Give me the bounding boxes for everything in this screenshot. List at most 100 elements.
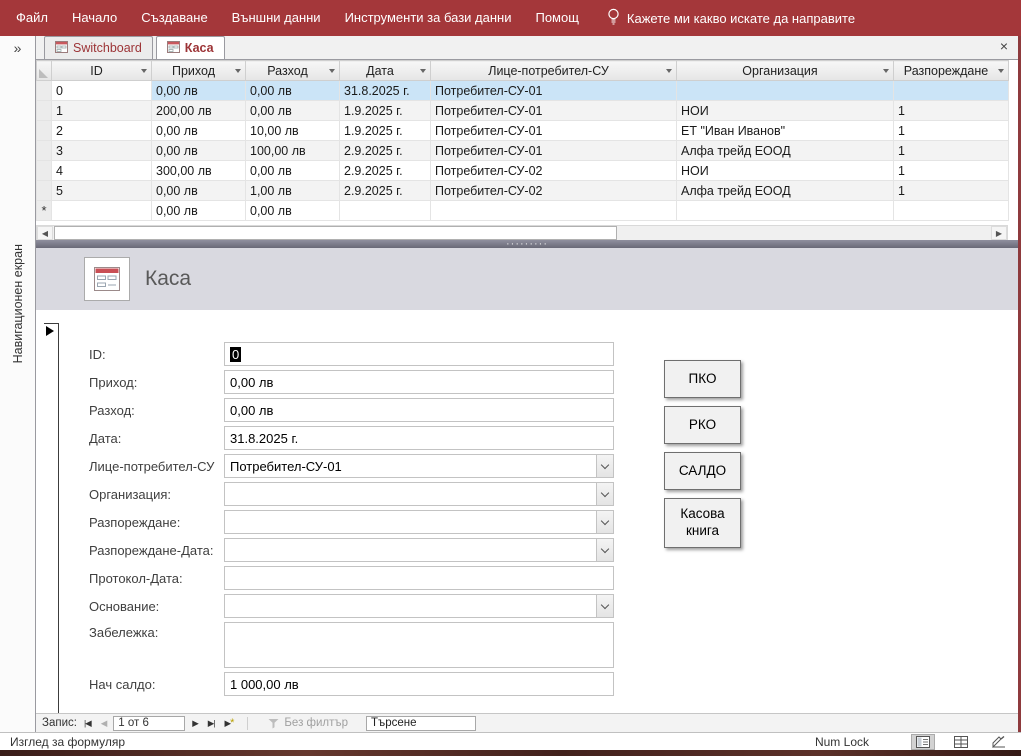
nach-saldo-field[interactable]: 1 000,00 лв [224,672,614,696]
record-selector-strip[interactable] [44,323,59,713]
new-record-icon[interactable]: ▶* [222,717,238,729]
table-cell[interactable]: 0,00 лв [152,141,246,161]
table-cell[interactable]: 0,00 лв [246,161,340,181]
column-dropdown-icon[interactable] [883,69,889,76]
table-cell[interactable]: 2.9.2025 г. [340,161,431,181]
table-cell[interactable]: 10,00 лв [246,121,340,141]
table-cell[interactable] [677,81,894,101]
tell-me-box[interactable]: Кажете ми какво искате да направите [607,8,855,28]
table-cell[interactable] [431,201,677,221]
table-cell[interactable]: 0,00 лв [152,181,246,201]
record-selector[interactable] [37,101,52,121]
table-cell[interactable]: 1 [894,121,1009,141]
organizatsia-combo[interactable] [224,482,614,506]
close-icon[interactable]: × [1000,39,1008,53]
litse-combo[interactable]: Потребител-СУ-01 [224,454,614,478]
table-cell[interactable]: 0,00 лв [152,121,246,141]
ribbon-tab-file[interactable]: Файл [4,0,60,36]
column-header-litse[interactable]: Лице-потребител-СУ [431,61,677,81]
table-cell[interactable] [894,81,1009,101]
table-cell[interactable]: НОИ [677,101,894,121]
prihod-field[interactable]: 0,00 лв [224,370,614,394]
record-selector[interactable] [37,81,52,101]
column-header-data[interactable]: Дата [340,61,431,81]
table-cell[interactable]: 1 [894,101,1009,121]
table-cell[interactable]: 0 [52,81,152,101]
table-cell[interactable]: 0,00 лв [246,81,340,101]
table-cell[interactable] [340,201,431,221]
table-cell[interactable] [677,201,894,221]
new-record-selector[interactable]: * [37,201,52,221]
column-dropdown-icon[interactable] [141,69,147,76]
table-cell[interactable]: 4 [52,161,152,181]
table-cell[interactable]: 1 [894,161,1009,181]
zabelezhka-field[interactable] [224,622,614,668]
table-cell[interactable]: Потребител-СУ-01 [431,141,677,161]
table-cell[interactable]: Потребител-СУ-02 [431,161,677,181]
table-cell[interactable]: 300,00 лв [152,161,246,181]
osnovanie-combo[interactable] [224,594,614,618]
ribbon-tab-external-data[interactable]: Външни данни [220,0,333,36]
combo-dropdown-button[interactable] [596,455,613,477]
tab-kasa[interactable]: Каса [156,36,225,59]
next-record-icon[interactable]: ▶ [189,718,201,729]
table-cell[interactable]: 1 [52,101,152,121]
kasova-kniga-button[interactable]: Касова книга [664,498,741,548]
combo-dropdown-button[interactable] [596,511,613,533]
search-input[interactable]: Търсене [366,716,476,731]
combo-dropdown-button[interactable] [596,595,613,617]
column-header-organizatsia[interactable]: Организация [677,61,894,81]
table-cell[interactable]: 31.8.2025 г. [340,81,431,101]
record-selector[interactable] [37,121,52,141]
column-header-id[interactable]: ID [52,61,152,81]
table-cell[interactable]: Алфа трейд ЕООД [677,141,894,161]
ribbon-tab-create[interactable]: Създаване [129,0,219,36]
previous-record-icon[interactable]: ◀ [98,718,110,729]
table-cell[interactable]: 200,00 лв [152,101,246,121]
table-cell[interactable]: 0,00 лв [152,81,246,101]
razporezhdane-data-combo[interactable] [224,538,614,562]
table-cell[interactable]: 1 [894,141,1009,161]
column-dropdown-icon[interactable] [329,69,335,76]
data-field[interactable]: 31.8.2025 г. [224,426,614,450]
column-dropdown-icon[interactable] [420,69,426,76]
table-cell[interactable]: 100,00 лв [246,141,340,161]
table-cell[interactable]: 5 [52,181,152,201]
table-cell[interactable]: 2 [52,121,152,141]
first-record-icon[interactable]: |◀ [81,718,94,729]
combo-dropdown-button[interactable] [596,483,613,505]
table-cell[interactable]: Алфа трейд ЕООД [677,181,894,201]
table-cell[interactable]: 2.9.2025 г. [340,141,431,161]
table-cell[interactable]: 2.9.2025 г. [340,181,431,201]
protokol-data-field[interactable] [224,566,614,590]
splitter-handle[interactable] [36,240,1018,248]
table-cell[interactable]: 1.9.2025 г. [340,121,431,141]
razporezhdane-combo[interactable] [224,510,614,534]
combo-dropdown-button[interactable] [596,539,613,561]
column-header-prihod[interactable]: Приход [152,61,246,81]
record-selector[interactable] [37,141,52,161]
pko-button[interactable]: ПКО [664,360,741,398]
scroll-left-icon[interactable]: ◀ [37,226,53,240]
design-view-icon[interactable] [987,734,1011,750]
ribbon-tab-database-tools[interactable]: Инструменти за бази данни [333,0,524,36]
last-record-icon[interactable]: ▶| [205,718,218,729]
id-field[interactable]: 0 [224,342,614,366]
razhod-field[interactable]: 0,00 лв [224,398,614,422]
scroll-right-icon[interactable]: ▶ [991,226,1007,240]
table-cell[interactable]: НОИ [677,161,894,181]
table-cell[interactable] [52,201,152,221]
select-all-corner[interactable] [37,61,52,81]
column-dropdown-icon[interactable] [666,69,672,76]
table-cell[interactable]: 1.9.2025 г. [340,101,431,121]
table-cell[interactable]: 1,00 лв [246,181,340,201]
column-dropdown-icon[interactable] [998,69,1004,76]
form-view-icon[interactable] [911,734,935,750]
table-cell[interactable]: Потребител-СУ-02 [431,181,677,201]
record-position-box[interactable]: 1 от 6 [113,716,185,731]
table-cell[interactable]: 3 [52,141,152,161]
table-cell[interactable]: 0,00 лв [246,201,340,221]
table-cell[interactable]: 0,00 лв [152,201,246,221]
ribbon-tab-help[interactable]: Помощ [523,0,590,36]
column-dropdown-icon[interactable] [235,69,241,76]
